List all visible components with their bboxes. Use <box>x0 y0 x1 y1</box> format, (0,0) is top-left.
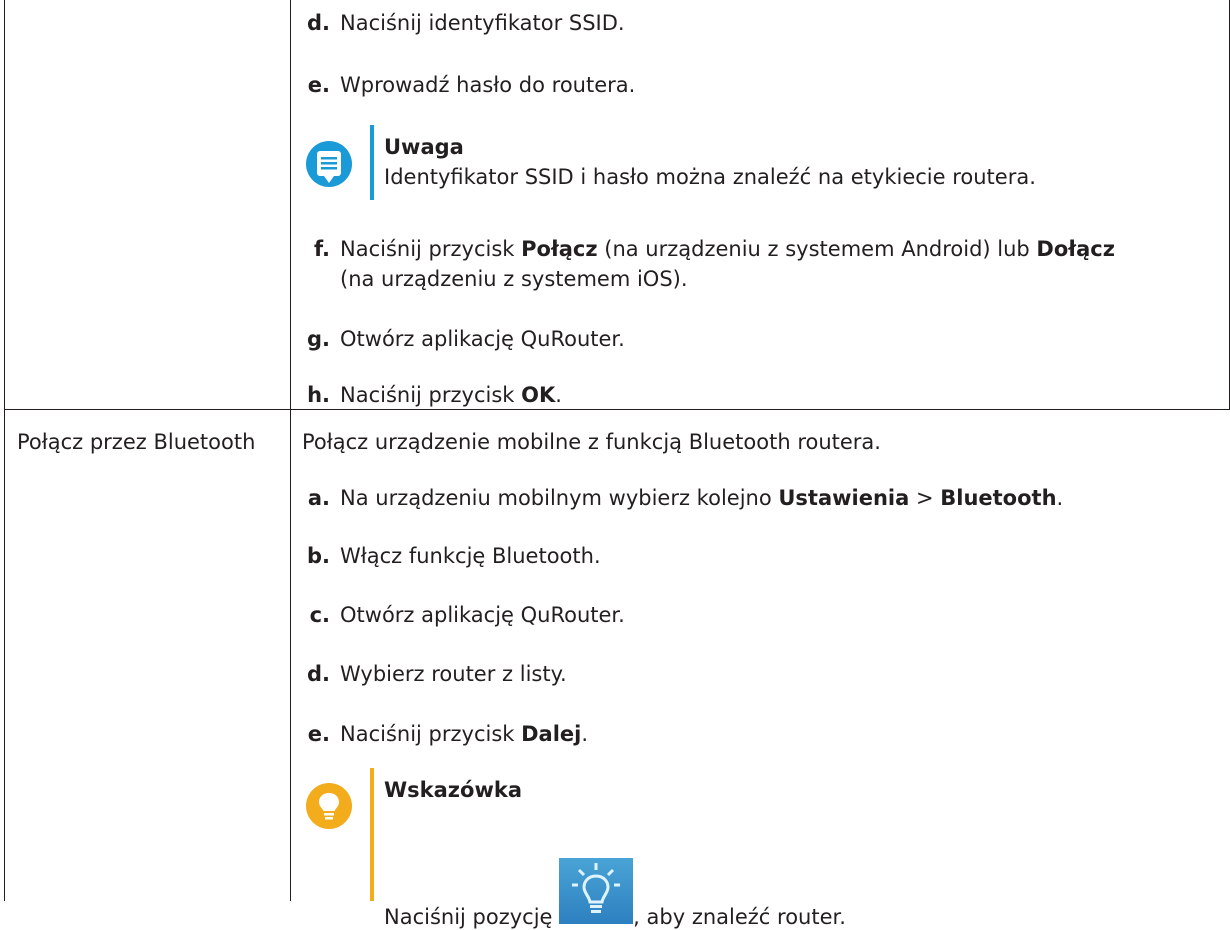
note-text: Identyfikator SSID i hasło można znaleźć… <box>384 165 1036 189</box>
step-bold-text: Dalej <box>521 722 582 746</box>
step-text-line2: (na urządzeniu z systemem iOS). <box>340 267 688 291</box>
step-plain-text: . <box>581 722 589 746</box>
step-text: Wprowadź hasło do routera. <box>340 70 635 100</box>
step-plain-text: Otwórz aplikację QuRouter. <box>340 603 625 627</box>
step-plain-text: Na urządzeniu mobilnym wybierz kolejno <box>340 486 779 510</box>
tip-text-after: , aby znaleźć router. <box>633 905 846 929</box>
tip-title: Wskazówka <box>384 778 522 802</box>
step-text: Włącz funkcję Bluetooth. <box>340 541 601 571</box>
row-intro: Połącz urządzenie mobilne z funkcją Blue… <box>302 430 881 454</box>
step-plain-text: (na urządzeniu z systemem Android) lub <box>597 237 1037 261</box>
table-left-border <box>4 0 5 901</box>
note-accent-bar <box>370 125 374 200</box>
step-plain-text: . <box>555 383 562 407</box>
step-letter: e. <box>307 73 330 97</box>
step-bold-text: OK <box>521 383 556 407</box>
lightbulb-icon <box>305 782 353 835</box>
tip-text-before: Naciśnij pozycję <box>384 905 560 929</box>
step-bold-text: Dołącz <box>1036 237 1115 261</box>
step-text: Naciśnij przycisk OK. <box>340 380 562 410</box>
step-letter: c. <box>309 603 330 627</box>
step-bold-text: Połącz <box>521 237 598 261</box>
table-row-divider <box>4 409 1230 410</box>
step-text: Naciśnij identyfikator SSID. <box>340 8 625 38</box>
step-letter: d. <box>306 11 330 35</box>
document-page: d. Naciśnij identyfikator SSID. e. Wprow… <box>0 0 1230 929</box>
step-letter: b. <box>306 544 330 568</box>
step-letter: f. <box>314 237 330 261</box>
step-letter: a. <box>307 486 330 510</box>
step-text: Otwórz aplikację QuRouter. <box>340 600 625 630</box>
step-plain-text: Naciśnij przycisk <box>340 722 522 746</box>
step-plain-text: > <box>909 486 941 510</box>
step-letter: h. <box>307 383 330 407</box>
step-plain-text: Włącz funkcję Bluetooth. <box>340 544 601 568</box>
row-label-bluetooth: Połącz przez Bluetooth <box>17 430 256 454</box>
step-text: Wybierz router z listy. <box>340 659 567 689</box>
step-plain-text: Naciśnij identyfikator SSID. <box>340 11 625 35</box>
step-bold-text: Ustawienia <box>778 486 910 510</box>
note-title: Uwaga <box>384 135 464 159</box>
step-letter: d. <box>306 662 330 686</box>
tip-text: Naciśnij pozycję , aby znaleźć router. <box>384 858 846 930</box>
table-column-divider <box>290 0 291 901</box>
step-plain-text: . <box>1056 486 1064 510</box>
step-letter: e. <box>307 722 330 746</box>
step-plain-text: Otwórz aplikację QuRouter. <box>340 327 625 351</box>
step-text: Na urządzeniu mobilnym wybierz kolejno U… <box>340 483 1063 513</box>
step-plain-text: Wybierz router z listy. <box>340 662 567 686</box>
step-bold-text: Bluetooth <box>940 486 1057 510</box>
tip-accent-bar <box>370 768 374 901</box>
step-text: Naciśnij przycisk Połącz (na urządzeniu … <box>340 234 1115 264</box>
note-icon <box>305 140 353 195</box>
step-plain-text: Naciśnij przycisk <box>340 383 522 407</box>
step-text: Naciśnij przycisk Dalej. <box>340 719 588 749</box>
step-text: Otwórz aplikację QuRouter. <box>340 324 625 354</box>
step-plain-text: Wprowadź hasło do routera. <box>340 73 636 97</box>
lightbulb-glow-icon[interactable] <box>559 858 634 930</box>
step-plain-text: Naciśnij przycisk <box>340 237 522 261</box>
step-letter: g. <box>306 327 330 351</box>
